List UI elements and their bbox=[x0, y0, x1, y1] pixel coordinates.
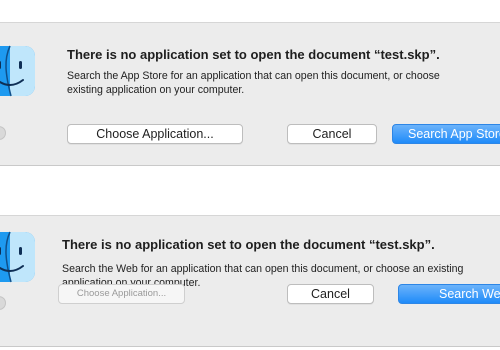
cancel-button[interactable]: Cancel bbox=[287, 124, 377, 144]
choose-application-button[interactable]: Choose Application... bbox=[67, 124, 243, 144]
dialog-message-line-2: existing application on your computer. bbox=[67, 84, 245, 96]
dialog-message-line-1: Search the Web for an application that c… bbox=[62, 263, 464, 275]
dialog-message-line-1: Search the App Store for an application … bbox=[67, 70, 440, 82]
finder-icon bbox=[0, 45, 35, 97]
dialog-title: There is no application set to open the … bbox=[62, 237, 435, 252]
search-app-store-button[interactable]: Search App Store bbox=[392, 124, 500, 144]
open-with-dialog-app-store: There is no application set to open the … bbox=[0, 22, 500, 166]
dialog-message: Search the App Store for an application … bbox=[67, 69, 440, 97]
search-web-button[interactable]: Search Web bbox=[398, 284, 500, 304]
cancel-button[interactable]: Cancel bbox=[287, 284, 374, 304]
dialog-title: There is no application set to open the … bbox=[67, 47, 440, 62]
finder-icon bbox=[0, 231, 35, 283]
secondary-circle-icon bbox=[0, 296, 6, 310]
secondary-circle-icon bbox=[0, 126, 6, 140]
choose-application-button-disabled: Choose Application... bbox=[58, 284, 185, 304]
open-with-dialog-web: There is no application set to open the … bbox=[0, 215, 500, 347]
